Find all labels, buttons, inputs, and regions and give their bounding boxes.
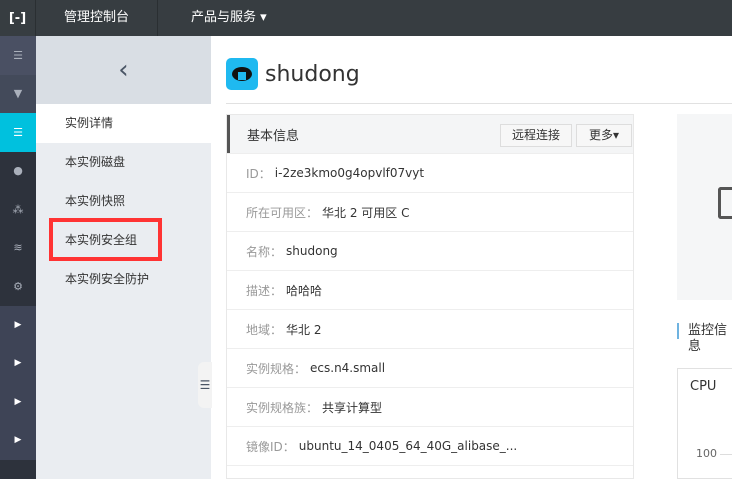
info-label: 实例规格：: [246, 361, 307, 376]
info-label: 镜像ID：: [246, 439, 295, 454]
info-row: 实例规格： ecs.n4.small: [227, 348, 633, 387]
info-row: 所在可用区： 华北 2 可用区 C: [227, 192, 633, 231]
info-value: i-2ze3kmo0g4opvlf07vyt: [274, 166, 425, 180]
info-row: [227, 465, 633, 504]
info-value: 华北 2: [286, 322, 322, 337]
more-button[interactable]: 更多▾: [576, 124, 632, 147]
panel-header: 基本信息 远程连接 更多▾: [227, 115, 633, 153]
console-link[interactable]: 管理控制台: [36, 0, 159, 36]
page-title: shudong: [226, 58, 360, 90]
basic-info-panel: 基本信息 远程连接 更多▾ ID： i-2ze3kmo0g4opvlf07vyt …: [226, 114, 634, 479]
info-label: ID：: [246, 166, 271, 181]
expand-icon[interactable]: ▶: [0, 421, 36, 460]
panel-title: 基本信息: [247, 128, 300, 144]
info-row: ID： i-2ze3kmo0g4opvlf07vyt: [227, 153, 633, 192]
grid-line: [720, 454, 732, 455]
info-value: 共享计算型: [322, 400, 383, 415]
sidebar-item-disks[interactable]: 本实例磁盘: [36, 143, 211, 182]
disk-icon[interactable]: ●: [0, 152, 36, 191]
info-row: 镜像ID： ubuntu_14_0405_64_40G_alibase_...: [227, 426, 633, 465]
products-menu[interactable]: 产品与服务 ▾: [163, 0, 295, 36]
cloud-server-icon: [226, 58, 258, 90]
info-value: ubuntu_14_0405_64_40G_alibase_...: [298, 439, 518, 453]
back-button[interactable]: ‹: [36, 36, 211, 104]
info-label: 实例规格族：: [246, 400, 319, 415]
monitor-section-title: 监控信息: [677, 323, 732, 354]
icon-rail: ☰ ▼ ☰ ● ⁂ ≋ ⚙ ▶ ▶ ▶ ▶: [0, 36, 36, 479]
info-label: 所在可用区：: [246, 205, 319, 220]
expand-icon[interactable]: ▶: [0, 382, 36, 421]
expand-icon[interactable]: ▶: [0, 305, 36, 344]
remote-connect-button[interactable]: 远程连接: [500, 124, 572, 147]
divider: [226, 103, 732, 104]
info-row: 地域： 华北 2: [227, 309, 633, 348]
expand-icon[interactable]: ▶: [0, 344, 36, 383]
highlight-box: [49, 218, 162, 261]
y-tick-label: 100: [696, 447, 717, 460]
collapse-handle-icon[interactable]: ☰: [198, 362, 212, 408]
info-row: 名称： shudong: [227, 231, 633, 270]
gear-icon[interactable]: ⚙: [0, 267, 36, 306]
sidebar-item-snapshots[interactable]: 本实例快照: [36, 182, 211, 221]
info-row: 描述： 哈哈哈: [227, 270, 633, 309]
cpu-chart: CPU 100: [677, 368, 732, 479]
info-value: ecs.n4.small: [310, 361, 386, 375]
cpu-chart-title: CPU: [690, 379, 717, 394]
logo-icon[interactable]: [-]: [0, 0, 36, 36]
info-label: 描述：: [246, 283, 283, 298]
info-label: 地域：: [246, 322, 283, 337]
info-value: 哈哈哈: [286, 283, 323, 298]
layers-icon[interactable]: ≋: [0, 229, 36, 268]
monitor-icon: [718, 187, 732, 219]
caret-down-icon[interactable]: ▼: [0, 74, 36, 113]
sidebar-item-security-protection[interactable]: 本实例安全防护: [36, 260, 211, 299]
instance-name-title: shudong: [265, 61, 360, 87]
menu-icon[interactable]: ☰: [0, 36, 36, 75]
info-value: shudong: [286, 244, 338, 258]
network-icon[interactable]: ⁂: [0, 190, 36, 229]
sidebar-item-instance-details[interactable]: 实例详情: [36, 104, 211, 143]
server-icon[interactable]: ☰: [0, 113, 36, 152]
top-bar: [-] 管理控制台 产品与服务 ▾: [0, 0, 732, 36]
info-row: 实例规格族： 共享计算型: [227, 387, 633, 426]
info-value: 华北 2 可用区 C: [322, 205, 410, 220]
info-label: 名称：: [246, 244, 283, 259]
